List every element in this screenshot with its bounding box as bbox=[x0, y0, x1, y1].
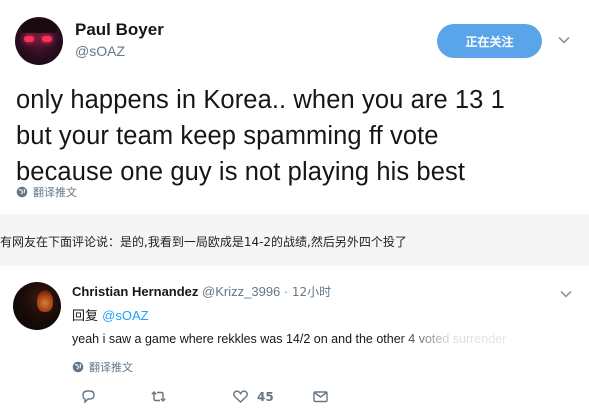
chevron-down-icon[interactable] bbox=[558, 34, 570, 46]
avatar-glasses-right bbox=[42, 36, 52, 42]
heart-icon bbox=[233, 390, 248, 403]
author-display-name[interactable]: Paul Boyer bbox=[75, 20, 164, 40]
retweet-button[interactable] bbox=[150, 388, 167, 405]
retweet-icon bbox=[151, 390, 166, 403]
reply-icon bbox=[82, 390, 95, 404]
author-handle[interactable]: @sOAZ bbox=[75, 43, 125, 59]
mail-icon bbox=[313, 391, 328, 403]
reply-button[interactable] bbox=[80, 388, 97, 405]
reply-tweet: Christian Hernandez @Krizz_3996 · 12小时 回… bbox=[0, 266, 589, 416]
reply-action-bar: 45 bbox=[72, 388, 372, 408]
tweet-line: only happens in Korea.. when you are 13 … bbox=[16, 86, 505, 114]
reply-header: Christian Hernandez @Krizz_3996 · 12小时 bbox=[72, 283, 331, 300]
replying-mention-link[interactable]: @sOAZ bbox=[102, 308, 148, 323]
reply-separator: · bbox=[283, 284, 289, 299]
translate-label: 翻译推文 bbox=[33, 186, 77, 199]
watermark-smear bbox=[396, 328, 576, 350]
translate-tweet-link[interactable]: 翻译推文 bbox=[16, 184, 77, 200]
caption-band: 有网友在下面评论说：是的,我看到一局欧成是14-2的战绩,然后另外四个投了 bbox=[0, 214, 589, 266]
avatar-hair bbox=[21, 19, 57, 33]
reply-author-avatar[interactable] bbox=[13, 282, 61, 330]
like-button[interactable]: 45 bbox=[232, 388, 274, 405]
author-avatar[interactable] bbox=[15, 17, 63, 65]
main-tweet: Paul Boyer @sOAZ 正在关注 only happens in Ko… bbox=[0, 0, 589, 214]
tweet-body: only happens in Korea.. when you are 13 … bbox=[16, 82, 576, 190]
reply-display-name[interactable]: Christian Hernandez bbox=[72, 284, 198, 299]
direct-message-button[interactable] bbox=[312, 388, 329, 405]
globe-icon bbox=[16, 186, 28, 198]
avatar-glasses-left bbox=[24, 36, 34, 42]
translate-label: 翻译推文 bbox=[89, 361, 133, 374]
caption-text: 有网友在下面评论说：是的,我看到一局欧成是14-2的战绩,然后另外四个投了 bbox=[0, 235, 407, 249]
following-button[interactable]: 正在关注 bbox=[437, 24, 542, 58]
chevron-down-icon[interactable] bbox=[560, 288, 572, 300]
avatar-fire bbox=[37, 290, 53, 312]
tweet-line: but your team keep spamming ff vote bbox=[16, 122, 439, 150]
replying-to: 回复 @sOAZ bbox=[72, 305, 149, 324]
reply-timestamp[interactable]: 12小时 bbox=[292, 285, 331, 299]
replying-prefix: 回复 bbox=[72, 309, 99, 324]
reply-handle[interactable]: @Krizz_3996 bbox=[202, 284, 280, 299]
translate-tweet-link[interactable]: 翻译推文 bbox=[72, 359, 133, 375]
globe-icon bbox=[72, 361, 84, 373]
tweet-line: because one guy is not playing his best bbox=[16, 158, 466, 186]
like-count: 45 bbox=[257, 389, 274, 404]
